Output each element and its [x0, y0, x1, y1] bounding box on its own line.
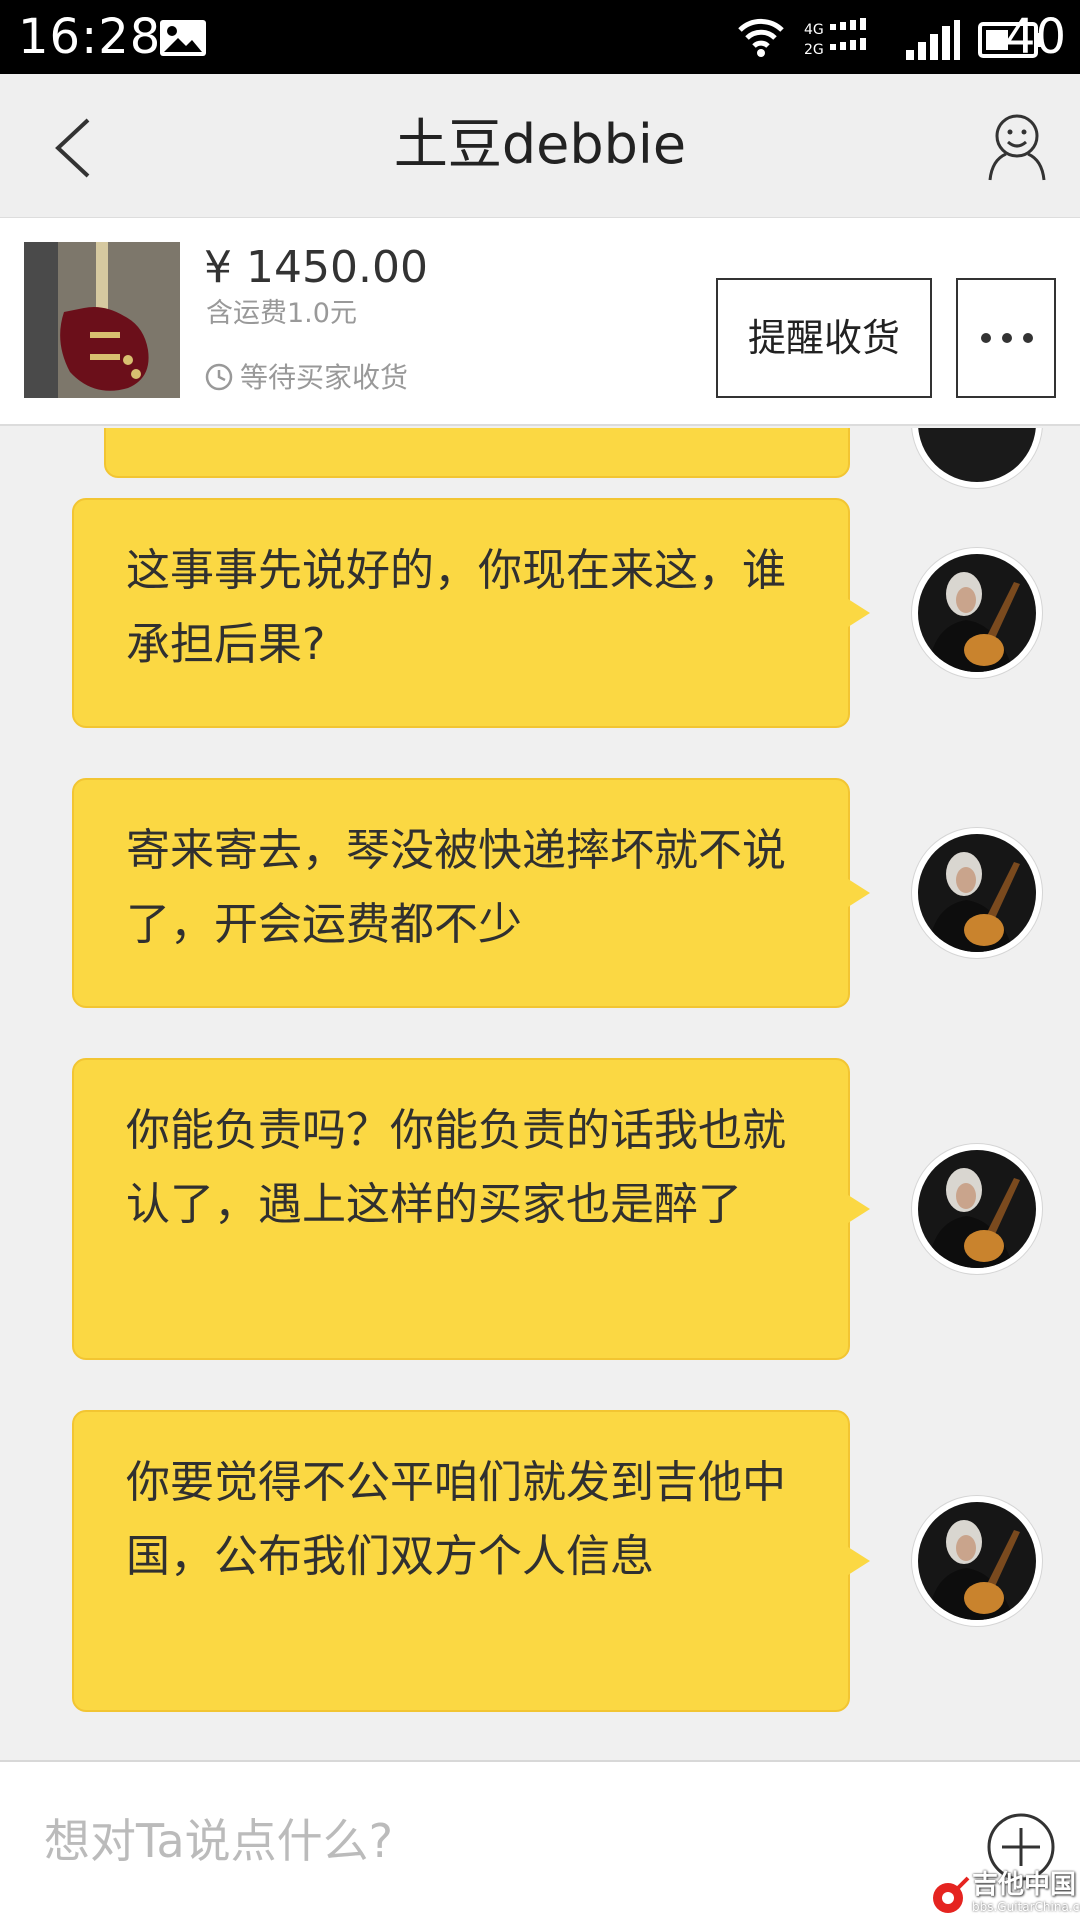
order-price: ¥ 1450.00 [204, 242, 428, 293]
status-bar: 16:28 4G 2G 40 [0, 0, 1080, 74]
message-bubble: 你要觉得不公平咱们就发到吉他中国，公布我们双方个人信息 [72, 1410, 870, 1712]
avatar[interactable] [912, 1496, 1042, 1626]
message-text: 你能负责吗？你能负责的话我也就认了，遇上这样的买家也是醉了 [126, 1105, 786, 1230]
shipping-fee: 含运费1.0元 [206, 298, 357, 329]
network-2g-label: 2G [804, 42, 824, 58]
signal-icon [906, 20, 960, 60]
network-icon: 4G 2G [804, 18, 866, 58]
battery-level: 40 [1004, 9, 1066, 65]
avatar-partial [912, 428, 1042, 488]
watermark: 吉他中国 bbs.GuitarChina.com [924, 1870, 1080, 1920]
input-bar [0, 1760, 1080, 1920]
message-input[interactable] [44, 1804, 944, 1878]
wifi-icon [738, 18, 784, 57]
order-status: 等待买家收货 [204, 358, 408, 398]
watermark-url: bbs.GuitarChina.com [972, 1900, 1080, 1914]
title-bar: 土豆debbie [0, 74, 1080, 218]
watermark-name: 吉他中国 [972, 1870, 1077, 1900]
avatar[interactable] [912, 1144, 1042, 1274]
clock-icon [205, 363, 233, 391]
remind-receipt-button[interactable]: 提醒收货 [716, 278, 932, 398]
network-4g-label: 4G [804, 22, 824, 38]
message-bubble: 这事事先说好的，你现在来这，谁承担后果? [72, 498, 870, 728]
product-image[interactable] [24, 242, 180, 398]
more-icon [981, 333, 1033, 343]
avatar[interactable] [912, 548, 1042, 678]
message-bubble: 寄来寄去，琴没被快递摔坏就不说了，开会运费都不少 [72, 778, 870, 1008]
message-text: 寄来寄去，琴没被快递摔坏就不说了，开会运费都不少 [126, 825, 786, 950]
order-status-text: 等待买家收货 [240, 361, 409, 394]
chat-title: 土豆debbie [393, 113, 687, 176]
message-text: 你要觉得不公平咱们就发到吉他中国，公布我们双方个人信息 [126, 1457, 786, 1582]
watermark-logo-icon [933, 1876, 970, 1913]
avatar[interactable] [912, 828, 1042, 958]
more-button[interactable] [956, 278, 1056, 398]
status-time: 16:28 [18, 9, 162, 65]
message-bubble-partial [104, 428, 850, 478]
message-list[interactable]: 这事事先说好的，你现在来这，谁承担后果? 寄来寄去，琴没被快递摔坏就不说了，开会… [0, 428, 1080, 1760]
order-card[interactable]: ¥ 1450.00 含运费1.0元 等待买家收货 提醒收货 [0, 218, 1080, 426]
message-text: 这事事先说好的，你现在来这，谁承担后果? [126, 545, 786, 670]
profile-icon[interactable] [986, 112, 1048, 182]
image-icon [160, 20, 206, 56]
message-bubble: 你能负责吗？你能负责的话我也就认了，遇上这样的买家也是醉了 [72, 1058, 870, 1360]
